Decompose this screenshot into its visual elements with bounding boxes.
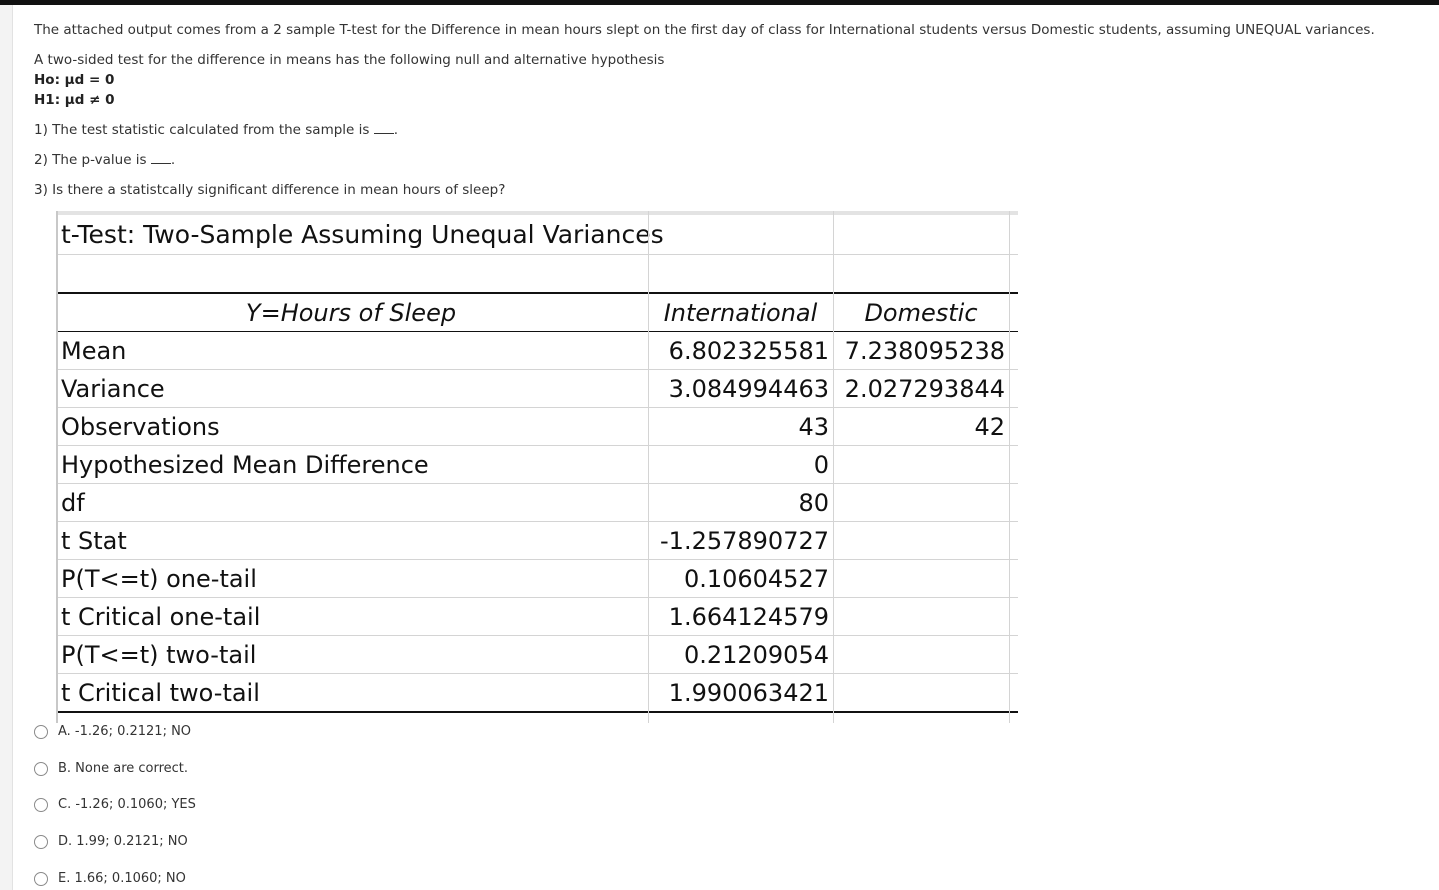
option-label: E. 1.66; 0.1060; NO bbox=[58, 871, 186, 886]
option-b[interactable]: B. None are correct. bbox=[34, 761, 188, 776]
question-2: 2) The p-value is . bbox=[34, 152, 176, 168]
domestic-value bbox=[833, 598, 1009, 635]
domestic-value: 42 bbox=[974, 412, 1005, 441]
radio-button[interactable] bbox=[34, 834, 48, 849]
option-label: D. 1.99; 0.2121; NO bbox=[58, 834, 188, 849]
alternative-hypothesis: H1: μd ≠ 0 bbox=[34, 92, 115, 108]
domestic-value: 2.027293844 bbox=[844, 374, 1005, 403]
domestic-value bbox=[833, 674, 1009, 711]
domestic-value bbox=[833, 484, 1009, 521]
option-c[interactable]: C. -1.26; 0.1060; YES bbox=[34, 797, 196, 812]
table-row: P(T<=t) two-tail 0.21209054 bbox=[56, 636, 1018, 674]
option-label: B. None are correct. bbox=[58, 761, 189, 776]
row-label: t Critical two-tail bbox=[61, 678, 260, 707]
header-international: International bbox=[663, 298, 818, 327]
table-row: t Stat -1.257890727 bbox=[56, 522, 1018, 560]
table-row: t Critical two-tail 1.990063421 bbox=[56, 674, 1018, 713]
row-label: Mean bbox=[61, 336, 127, 365]
option-d[interactable]: D. 1.99; 0.2121; NO bbox=[34, 834, 188, 849]
option-a[interactable]: A. -1.26; 0.2121; NO bbox=[34, 724, 191, 739]
question-1-text: 1) The test statistic calculated from th… bbox=[34, 122, 370, 138]
left-margin-bar bbox=[0, 5, 13, 890]
international-value: 6.802325581 bbox=[668, 336, 829, 365]
table-header-row: Y=Hours of Sleep International Domestic bbox=[56, 292, 1018, 332]
domestic-value bbox=[833, 636, 1009, 673]
table-row: t Critical one-tail 1.664124579 bbox=[56, 598, 1018, 636]
question-1: 1) The test statistic calculated from th… bbox=[34, 122, 399, 138]
column-divider bbox=[648, 211, 649, 723]
row-label: Variance bbox=[61, 374, 165, 403]
row-label: Hypothesized Mean Difference bbox=[61, 450, 429, 479]
table-row: Hypothesized Mean Difference 0 bbox=[56, 446, 1018, 484]
international-value: 0 bbox=[813, 450, 829, 479]
international-value: 43 bbox=[798, 412, 829, 441]
table-row: Observations 43 42 bbox=[56, 408, 1018, 446]
table-row: P(T<=t) one-tail 0.10604527 bbox=[56, 560, 1018, 598]
international-value: 80 bbox=[798, 488, 829, 517]
answer-blank bbox=[150, 152, 171, 164]
domestic-value: 7.238095238 bbox=[844, 336, 1005, 365]
row-label: Observations bbox=[61, 412, 220, 441]
row-label: t Critical one-tail bbox=[61, 602, 261, 631]
international-value: 0.21209054 bbox=[683, 640, 829, 669]
hypothesis-intro: A two-sided test for the difference in m… bbox=[34, 52, 665, 68]
sheet-left-edge bbox=[56, 211, 58, 723]
option-label: A. -1.26; 0.2121; NO bbox=[58, 724, 192, 739]
international-value: 3.084994463 bbox=[668, 374, 829, 403]
row-label: P(T<=t) one-tail bbox=[61, 564, 257, 593]
radio-button[interactable] bbox=[34, 797, 48, 812]
international-value: 1.664124579 bbox=[668, 602, 829, 631]
row-label: t Stat bbox=[61, 526, 127, 555]
radio-button[interactable] bbox=[34, 761, 48, 776]
row-label: df bbox=[61, 488, 85, 517]
question-3: 3) Is there a statistcally significant d… bbox=[34, 182, 506, 198]
spreadsheet-output: t-Test: Two-Sample Assuming Unequal Vari… bbox=[56, 211, 1018, 723]
question-2-text: 2) The p-value is bbox=[34, 152, 147, 168]
international-value: 1.990063421 bbox=[668, 678, 829, 707]
header-domestic: Domestic bbox=[864, 298, 978, 327]
null-hypothesis: Ho: μd = 0 bbox=[34, 72, 115, 88]
international-value: -1.257890727 bbox=[660, 526, 829, 555]
domestic-value bbox=[833, 560, 1009, 597]
option-e[interactable]: E. 1.66; 0.1060; NO bbox=[34, 871, 186, 886]
international-value: 0.10604527 bbox=[683, 564, 829, 593]
top-bar bbox=[0, 0, 1439, 5]
option-label: C. -1.26; 0.1060; YES bbox=[58, 797, 196, 812]
radio-button[interactable] bbox=[34, 724, 48, 739]
domestic-value bbox=[833, 522, 1009, 559]
header-variable-label: Y=Hours of Sleep bbox=[245, 298, 457, 327]
table-title: t-Test: Two-Sample Assuming Unequal Vari… bbox=[61, 220, 664, 249]
question-intro: The attached output comes from a 2 sampl… bbox=[34, 22, 1375, 38]
table-row: Mean 6.802325581 7.238095238 bbox=[56, 332, 1018, 370]
row-label: P(T<=t) two-tail bbox=[61, 640, 257, 669]
radio-button[interactable] bbox=[34, 871, 48, 886]
table-row: df 80 bbox=[56, 484, 1018, 522]
domestic-value bbox=[833, 446, 1009, 483]
table-row: Variance 3.084994463 2.027293844 bbox=[56, 370, 1018, 408]
column-divider bbox=[1009, 211, 1010, 723]
column-divider bbox=[833, 211, 834, 723]
blank-row bbox=[56, 255, 1018, 292]
table-title-row: t-Test: Two-Sample Assuming Unequal Vari… bbox=[56, 215, 1018, 255]
answer-blank bbox=[373, 122, 394, 134]
